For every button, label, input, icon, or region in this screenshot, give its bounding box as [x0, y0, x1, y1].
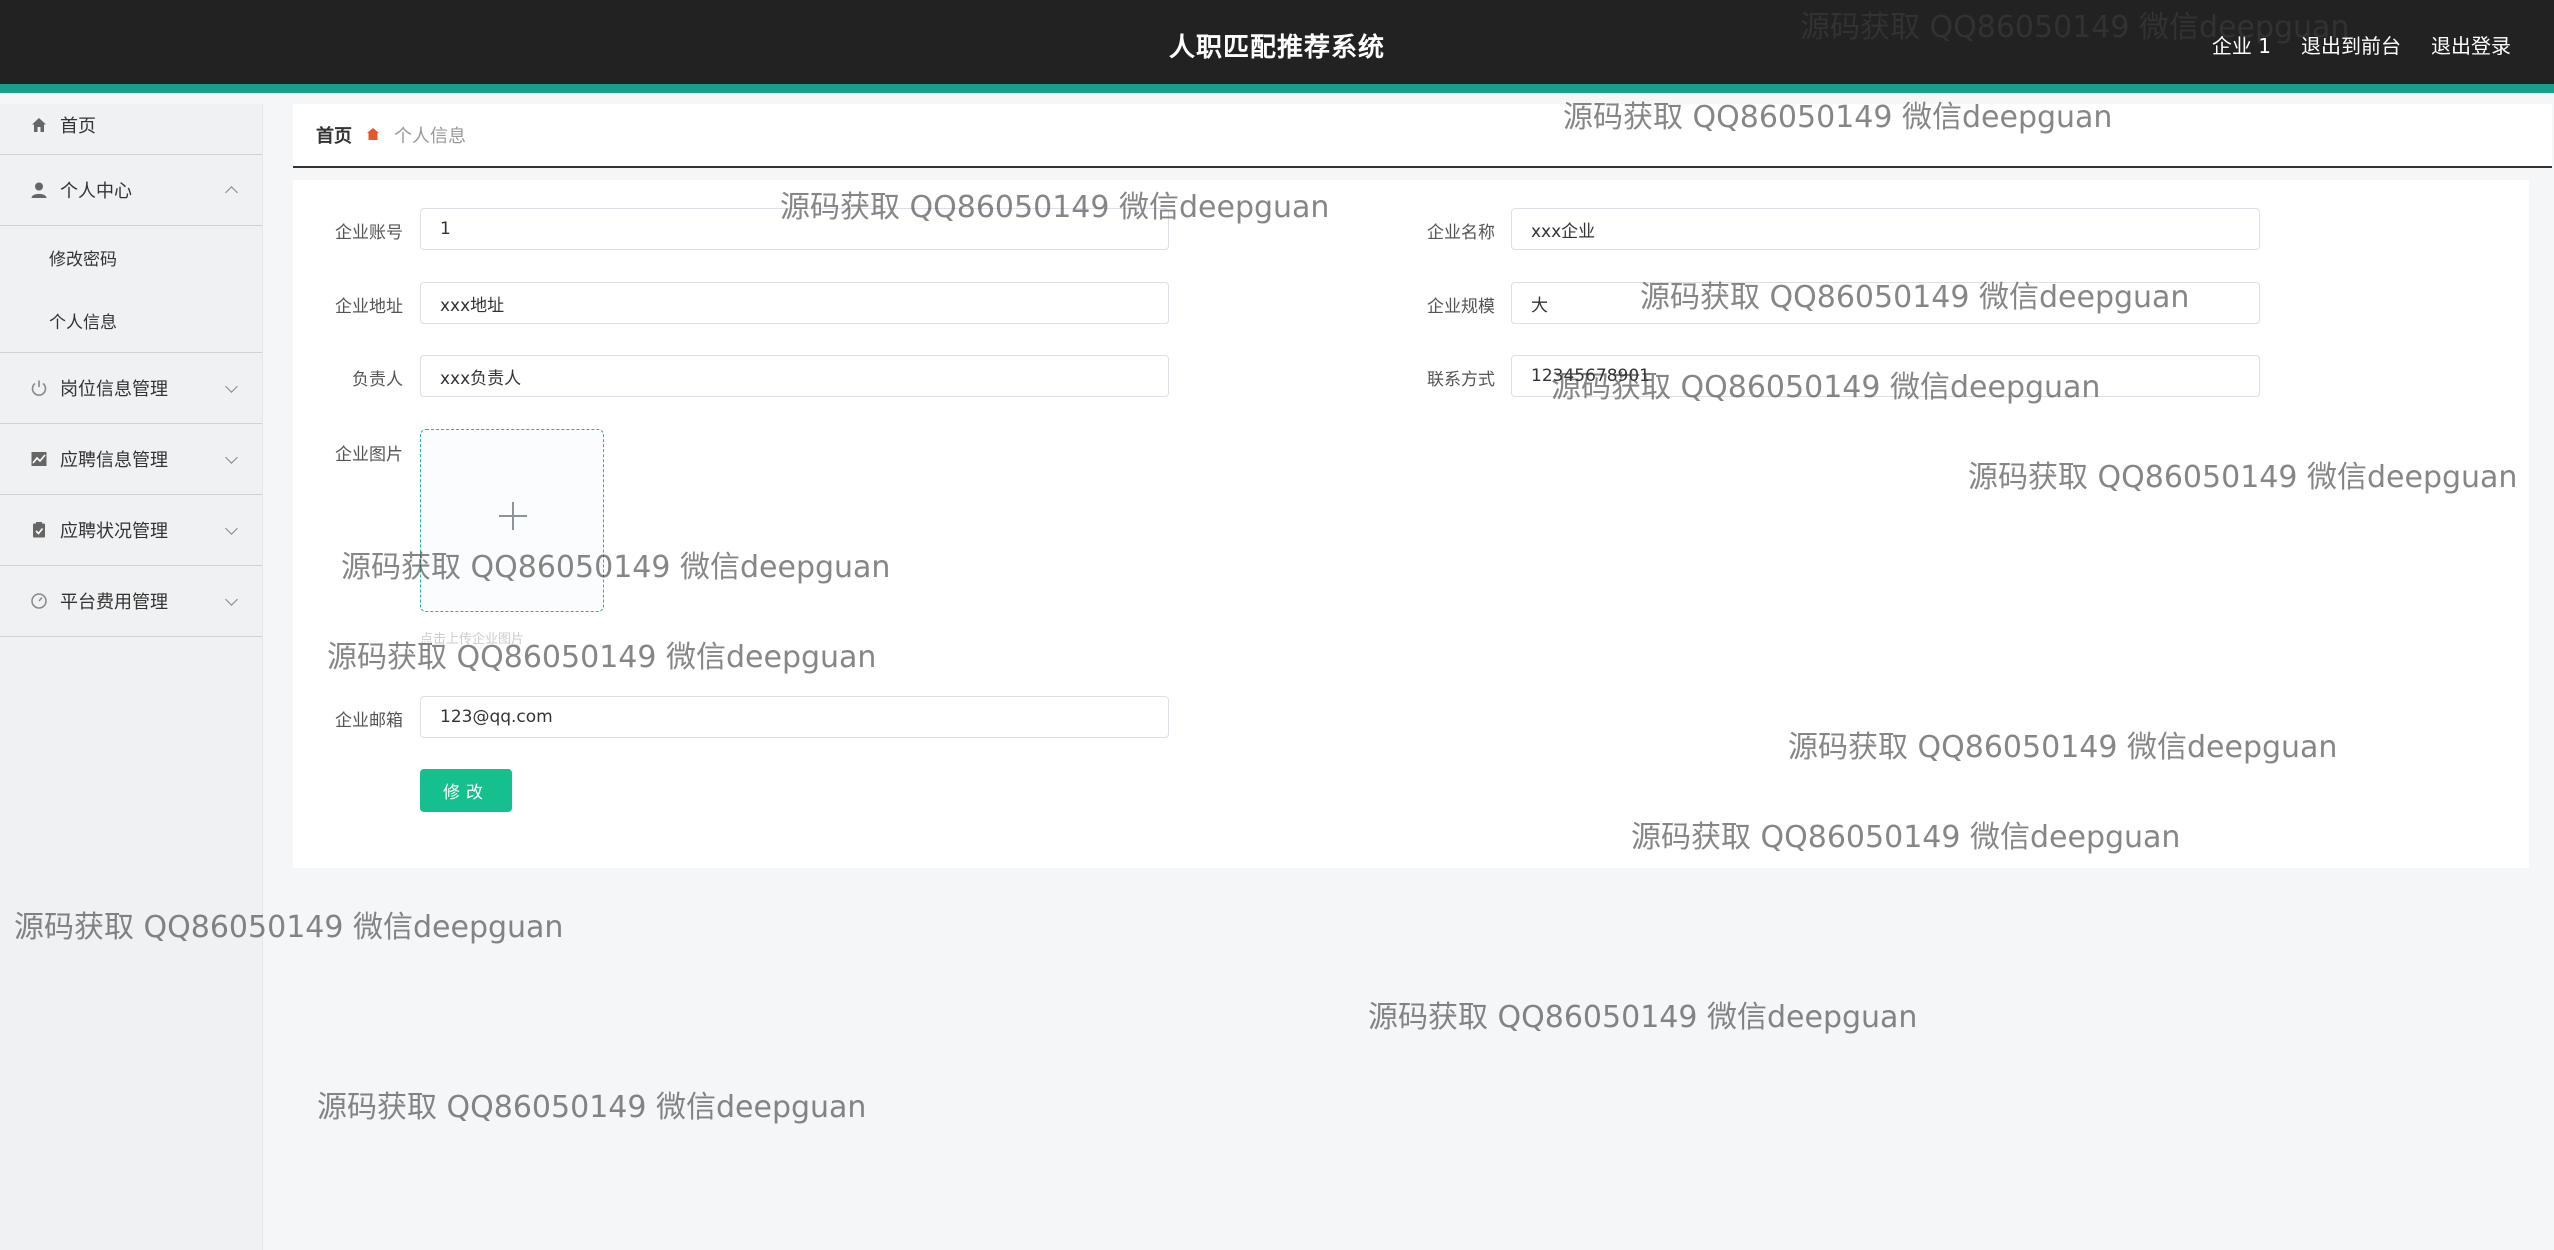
chevron-down-icon: [225, 522, 238, 535]
chevron-down-icon: [225, 380, 238, 393]
sidebar-item-personal-center[interactable]: 个人中心: [0, 155, 262, 226]
sidebar-item-status-management-label: 应聘状况管理: [60, 521, 168, 542]
watermark-text: 源码获取 QQ86050149 微信deepguan: [1368, 1000, 1918, 1035]
company-name-label: 企业名称: [1427, 223, 1495, 243]
current-user-label: 企业 1: [2211, 34, 2271, 58]
chevron-down-icon: [225, 451, 238, 464]
phone-label: 联系方式: [1427, 370, 1495, 390]
sidebar-item-job-management-label: 岗位信息管理: [60, 379, 168, 400]
sidebar-item-personal-info[interactable]: 个人信息: [0, 289, 262, 352]
image-label: 企业图片: [335, 445, 403, 465]
sidebar-item-status-management[interactable]: 应聘状况管理: [0, 495, 262, 566]
top-header: 人职匹配推荐系统 企业 1 退出到前台 退出登录: [0, 0, 2554, 93]
contact-person-label: 负责人: [352, 370, 403, 390]
sidebar-item-job-management[interactable]: 岗位信息管理: [0, 353, 262, 424]
plus-icon-vertical: [512, 502, 514, 530]
phone-input[interactable]: 12345678901: [1511, 355, 2260, 397]
chart-icon: [30, 450, 48, 468]
account-label: 企业账号: [335, 223, 403, 243]
user-icon: [30, 181, 48, 199]
gauge-icon: [30, 592, 48, 610]
sidebar-item-change-password[interactable]: 修改密码: [0, 226, 262, 289]
image-uploader[interactable]: [420, 429, 604, 612]
sidebar-item-fee-management[interactable]: 平台费用管理: [0, 566, 262, 637]
header-accent-stripe: [0, 84, 2554, 93]
sidebar-item-application-management[interactable]: 应聘信息管理: [0, 424, 262, 495]
personal-center-submenu: 修改密码 个人信息: [0, 226, 262, 353]
sidebar-item-home-label: 首页: [60, 116, 96, 137]
scale-label: 企业规模: [1427, 297, 1495, 317]
power-icon: [30, 379, 48, 397]
upload-tip: 点击上传企业图片: [420, 632, 525, 647]
sidebar: 首页 个人中心 修改密码 个人信息 岗位信息管理 应聘信息管理 应聘状况管理 平…: [0, 104, 263, 1250]
top-actions: 企业 1 退出到前台 退出登录: [2212, 30, 2511, 59]
breadcrumb-home[interactable]: 首页: [316, 122, 352, 148]
chevron-down-icon: [225, 593, 238, 606]
address-label: 企业地址: [335, 297, 403, 317]
back-to-front-link[interactable]: 退出到前台: [2301, 30, 2401, 59]
address-input[interactable]: xxx地址: [420, 282, 1169, 324]
watermark-text: 源码获取 QQ86050149 微信deepguan: [317, 1090, 867, 1125]
logout-link[interactable]: 退出登录: [2431, 30, 2511, 59]
contact-person-input[interactable]: xxx负责人: [420, 355, 1169, 397]
sidebar-item-home[interactable]: 首页: [0, 96, 262, 155]
personal-info-form: 企业账号 1 企业名称 xxx企业 企业地址 xxx地址 企业规模 大 负责人 …: [293, 180, 2529, 868]
breadcrumb: 首页 个人信息: [293, 104, 2552, 168]
submit-button[interactable]: 修改: [420, 769, 512, 812]
breadcrumb-separator-icon: [366, 126, 380, 145]
email-input[interactable]: 123@qq.com: [420, 696, 1169, 738]
chevron-up-icon: [225, 186, 238, 199]
company-name-input[interactable]: xxx企业: [1511, 208, 2260, 250]
sidebar-item-fee-management-label: 平台费用管理: [60, 592, 168, 613]
app-title: 人职匹配推荐系统: [1168, 33, 1385, 63]
scale-input[interactable]: 大: [1511, 282, 2260, 324]
home-icon: [30, 116, 48, 134]
sidebar-item-application-management-label: 应聘信息管理: [60, 450, 168, 471]
sidebar-item-personal-center-label: 个人中心: [60, 181, 132, 202]
breadcrumb-current: 个人信息: [394, 126, 466, 147]
clipboard-icon: [30, 521, 48, 539]
email-label: 企业邮箱: [335, 711, 403, 731]
account-input[interactable]: 1: [420, 208, 1169, 250]
